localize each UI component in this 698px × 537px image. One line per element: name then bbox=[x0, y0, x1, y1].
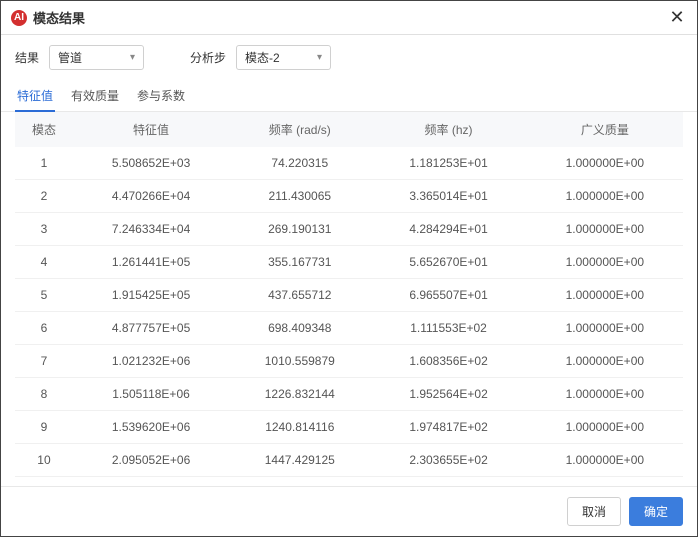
table-cell: 2.326181E+02 bbox=[370, 477, 526, 487]
table-row: 91.539620E+061240.8141161.974817E+021.00… bbox=[15, 411, 683, 444]
table-cell: 5 bbox=[15, 279, 73, 312]
chevron-down-icon: ▾ bbox=[317, 52, 322, 63]
table-header-cell: 频率 (hz) bbox=[370, 112, 526, 147]
table-cell: 1.000000E+00 bbox=[527, 477, 683, 487]
table-header-cell: 广义质量 bbox=[527, 112, 683, 147]
table-cell: 1010.559879 bbox=[229, 345, 370, 378]
table-cell: 1.000000E+00 bbox=[527, 444, 683, 477]
table-body: 15.508652E+0374.2203151.181253E+011.0000… bbox=[15, 147, 683, 486]
table-header-cell: 频率 (rad/s) bbox=[229, 112, 370, 147]
chevron-down-icon: ▾ bbox=[130, 52, 135, 63]
table-cell: 1.000000E+00 bbox=[527, 378, 683, 411]
table-cell: 6 bbox=[15, 312, 73, 345]
table-cell: 1.000000E+00 bbox=[527, 411, 683, 444]
table-cell: 1.000000E+00 bbox=[527, 312, 683, 345]
table-header-cell: 模态 bbox=[15, 112, 73, 147]
table-cell: 2.095052E+06 bbox=[73, 444, 229, 477]
table-row: 81.505118E+061226.8321441.952564E+021.00… bbox=[15, 378, 683, 411]
tabs: 特征值有效质量参与系数 bbox=[1, 80, 697, 112]
table-cell: 1.608356E+02 bbox=[370, 345, 526, 378]
table-cell: 698.409348 bbox=[229, 312, 370, 345]
table-cell: 1.111553E+02 bbox=[370, 312, 526, 345]
table-row: 51.915425E+05437.6557126.965507E+011.000… bbox=[15, 279, 683, 312]
table-cell: 7.246334E+04 bbox=[73, 213, 229, 246]
results-table: 模态特征值频率 (rad/s)频率 (hz)广义质量 15.508652E+03… bbox=[15, 112, 683, 486]
tab-2[interactable]: 参与系数 bbox=[135, 80, 187, 111]
table-cell: 2.136224E+06 bbox=[73, 477, 229, 487]
table-cell: 10 bbox=[15, 444, 73, 477]
table-cell: 1.000000E+00 bbox=[527, 180, 683, 213]
tab-0[interactable]: 特征值 bbox=[15, 80, 55, 111]
table-cell: 3 bbox=[15, 213, 73, 246]
cancel-button[interactable]: 取消 bbox=[567, 497, 621, 526]
table-header-cell: 特征值 bbox=[73, 112, 229, 147]
ok-button[interactable]: 确定 bbox=[629, 497, 683, 526]
titlebar-left: AI 模态结果 bbox=[11, 8, 85, 27]
table-cell: 1 bbox=[15, 147, 73, 180]
table-cell: 355.167731 bbox=[229, 246, 370, 279]
table-cell: 1.505118E+06 bbox=[73, 378, 229, 411]
table-row: 15.508652E+0374.2203151.181253E+011.0000… bbox=[15, 147, 683, 180]
table-cell: 3.365014E+01 bbox=[370, 180, 526, 213]
table-cell: 5.508652E+03 bbox=[73, 147, 229, 180]
table-cell: 8 bbox=[15, 378, 73, 411]
step-label: 分析步 bbox=[190, 49, 226, 66]
table-row: 41.261441E+05355.1677315.652670E+011.000… bbox=[15, 246, 683, 279]
table-cell: 5.652670E+01 bbox=[370, 246, 526, 279]
table-cell: 6.965507E+01 bbox=[370, 279, 526, 312]
table-cell: 4.284294E+01 bbox=[370, 213, 526, 246]
close-icon[interactable]: ✕ bbox=[667, 7, 687, 28]
table-cell: 1.000000E+00 bbox=[527, 246, 683, 279]
table-cell: 1461.582628 bbox=[229, 477, 370, 487]
table-cell: 1.000000E+00 bbox=[527, 345, 683, 378]
table-cell: 269.190131 bbox=[229, 213, 370, 246]
table-cell: 9 bbox=[15, 411, 73, 444]
app-icon: AI bbox=[11, 10, 27, 26]
table-row: 112.136224E+061461.5826282.326181E+021.0… bbox=[15, 477, 683, 487]
table-cell: 1240.814116 bbox=[229, 411, 370, 444]
table-cell: 4.470266E+04 bbox=[73, 180, 229, 213]
result-select-value: 管道 bbox=[58, 49, 82, 66]
titlebar: AI 模态结果 ✕ bbox=[1, 1, 697, 35]
table-cell: 1.000000E+00 bbox=[527, 213, 683, 246]
table-cell: 1447.429125 bbox=[229, 444, 370, 477]
table-cell: 2 bbox=[15, 180, 73, 213]
step-select[interactable]: 模态-2 ▾ bbox=[236, 45, 331, 70]
table-cell: 1226.832144 bbox=[229, 378, 370, 411]
table-cell: 11 bbox=[15, 477, 73, 487]
table-header-row: 模态特征值频率 (rad/s)频率 (hz)广义质量 bbox=[15, 112, 683, 147]
table-cell: 74.220315 bbox=[229, 147, 370, 180]
table-row: 71.021232E+061010.5598791.608356E+021.00… bbox=[15, 345, 683, 378]
table-cell: 1.952564E+02 bbox=[370, 378, 526, 411]
table-cell: 4.877757E+05 bbox=[73, 312, 229, 345]
table-cell: 7 bbox=[15, 345, 73, 378]
table-cell: 1.000000E+00 bbox=[527, 147, 683, 180]
result-select[interactable]: 管道 ▾ bbox=[49, 45, 144, 70]
table-cell: 1.915425E+05 bbox=[73, 279, 229, 312]
table-cell: 4 bbox=[15, 246, 73, 279]
table-row: 64.877757E+05698.4093481.111553E+021.000… bbox=[15, 312, 683, 345]
table-cell: 1.539620E+06 bbox=[73, 411, 229, 444]
modal-results-dialog: AI 模态结果 ✕ 结果 管道 ▾ 分析步 模态-2 ▾ 特征值有效质量参与系数… bbox=[0, 0, 698, 537]
dialog-title: 模态结果 bbox=[33, 8, 85, 27]
step-select-value: 模态-2 bbox=[245, 49, 280, 66]
table-row: 37.246334E+04269.1901314.284294E+011.000… bbox=[15, 213, 683, 246]
table-wrap[interactable]: 模态特征值频率 (rad/s)频率 (hz)广义质量 15.508652E+03… bbox=[1, 112, 697, 486]
table-cell: 2.303655E+02 bbox=[370, 444, 526, 477]
table-row: 24.470266E+04211.4300653.365014E+011.000… bbox=[15, 180, 683, 213]
table-cell: 1.000000E+00 bbox=[527, 279, 683, 312]
table-cell: 1.974817E+02 bbox=[370, 411, 526, 444]
tab-1[interactable]: 有效质量 bbox=[69, 80, 121, 111]
footer: 取消 确定 bbox=[1, 486, 697, 536]
table-cell: 1.261441E+05 bbox=[73, 246, 229, 279]
table-cell: 1.181253E+01 bbox=[370, 147, 526, 180]
table-cell: 1.021232E+06 bbox=[73, 345, 229, 378]
controls-row: 结果 管道 ▾ 分析步 模态-2 ▾ bbox=[1, 35, 697, 80]
table-cell: 437.655712 bbox=[229, 279, 370, 312]
table-cell: 211.430065 bbox=[229, 180, 370, 213]
result-label: 结果 bbox=[15, 49, 39, 66]
table-row: 102.095052E+061447.4291252.303655E+021.0… bbox=[15, 444, 683, 477]
